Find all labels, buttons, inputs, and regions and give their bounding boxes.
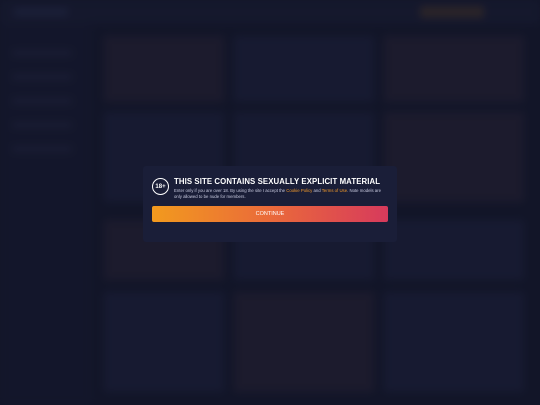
modal-title: THIS SITE CONTAINS SEXUALLY EXPLICIT MAT…	[174, 177, 381, 186]
message-text: and	[312, 188, 322, 193]
modal-message: Enter only if you are over 18. By using …	[174, 188, 390, 200]
cookie-policy-link[interactable]: Cookie Policy	[286, 188, 312, 193]
age-verification-modal: 18+ THIS SITE CONTAINS SEXUALLY EXPLICIT…	[143, 166, 397, 242]
message-text: Enter only if you are over 18. By using …	[174, 188, 287, 193]
terms-of-use-link[interactable]: Terms of Use	[322, 188, 347, 193]
age-18-badge-icon: 18+	[152, 178, 169, 195]
continue-button[interactable]: CONTINUE	[152, 206, 388, 222]
